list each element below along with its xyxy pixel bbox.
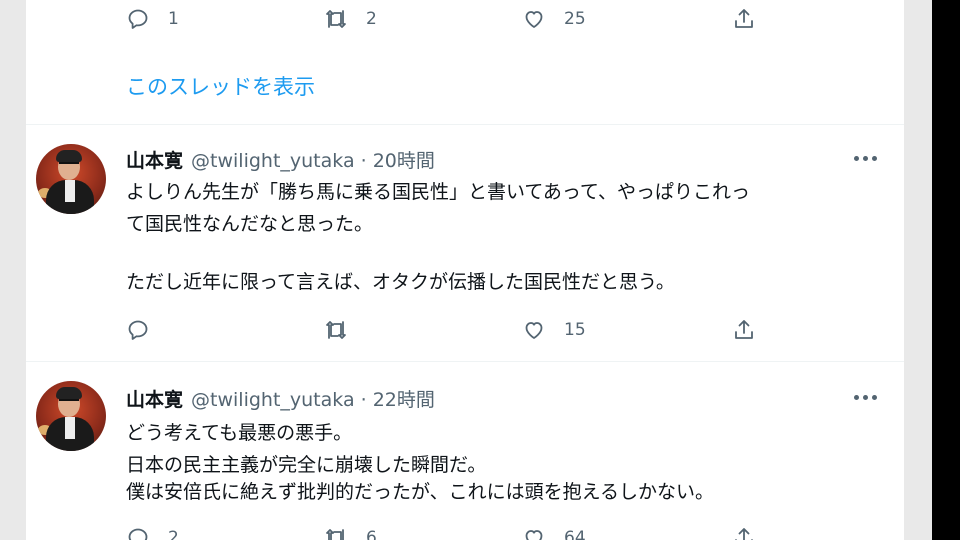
avatar[interactable] (36, 144, 106, 214)
tweet-header: 山本寛 @twilight_yutaka · 22時間 (126, 385, 435, 411)
author-name[interactable]: 山本寛 (126, 146, 183, 173)
like-icon (525, 530, 543, 540)
retweet-count: 6 (366, 528, 377, 540)
more-icon (854, 156, 859, 161)
like-count: 25 (564, 9, 586, 29)
author-handle-time[interactable]: @twilight_yutaka · 20時間 (191, 146, 435, 173)
tweet-header: 山本寛 @twilight_yutaka · 20時間 (126, 146, 435, 172)
tweet-action-bar: 2 6 64 (26, 521, 904, 540)
like-icon (525, 11, 543, 28)
reply-button[interactable]: 2 (126, 521, 179, 540)
reply-icon (128, 320, 148, 340)
like-count: 64 (564, 528, 586, 540)
retweet-icon (326, 321, 346, 339)
share-icon (735, 528, 753, 540)
author-name[interactable]: 山本寛 (126, 385, 183, 412)
tweet-text-line: よしりん先生が「勝ち馬に乗る国民性」と書いてあって、やっぱりこれっ (126, 181, 750, 203)
share-icon (735, 320, 753, 339)
share-button[interactable] (732, 2, 756, 36)
share-button[interactable] (732, 521, 756, 540)
retweet-button[interactable]: 2 (324, 2, 377, 36)
reply-button[interactable] (126, 313, 168, 347)
tweet-text-line: どう考えても最悪の悪手。 (126, 422, 353, 444)
right-letterbox (932, 0, 960, 540)
tweet[interactable]: 山本寛 @twilight_yutaka · 22時間 どう考えても最悪の悪手。… (26, 361, 904, 540)
retweet-button[interactable]: 6 (324, 521, 377, 540)
avatar[interactable] (36, 381, 106, 451)
more-button[interactable] (854, 156, 878, 164)
author-handle-time[interactable]: @twilight_yutaka · 22時間 (191, 385, 435, 412)
share-button[interactable] (732, 313, 756, 347)
tweet-action-bar: 15 (26, 313, 904, 347)
like-icon (525, 322, 543, 339)
reply-icon (128, 9, 148, 29)
tweet-text-line: 僕は安倍氏に絶えず批判的だったが、これには頭を抱えるしかない。 (126, 481, 715, 503)
like-count: 15 (564, 320, 586, 340)
reply-button[interactable]: 1 (126, 2, 179, 36)
timeline-panel: 1 2 25 このスレッドを表示 山本寛 @twilight_yutaka · … (26, 0, 904, 540)
tweet[interactable]: 山本寛 @twilight_yutaka · 20時間 よしりん先生が「勝ち馬に… (26, 124, 904, 361)
left-border (0, 0, 26, 540)
show-thread-link[interactable]: このスレッドを表示 (126, 71, 315, 101)
share-icon (735, 9, 753, 28)
retweet-button[interactable] (324, 313, 366, 347)
right-gutter (904, 0, 932, 540)
tweet-text-line: ただし近年に限って言えば、オタクが伝播した国民性だと思う。 (126, 271, 675, 293)
like-button[interactable]: 25 (522, 2, 586, 36)
top-tweet-action-bar: 1 2 25 (26, 2, 904, 36)
retweet-icon (326, 10, 346, 28)
reply-count: 1 (168, 9, 179, 29)
like-button[interactable]: 15 (522, 313, 586, 347)
tweet-text-line: て国民性なんだなと思った。 (126, 213, 374, 235)
reply-count: 2 (168, 528, 179, 540)
more-icon (854, 395, 859, 400)
retweet-icon (326, 529, 344, 540)
like-button[interactable]: 64 (522, 521, 586, 540)
retweet-count: 2 (366, 9, 377, 29)
more-button[interactable] (854, 395, 878, 403)
reply-icon (128, 528, 148, 540)
